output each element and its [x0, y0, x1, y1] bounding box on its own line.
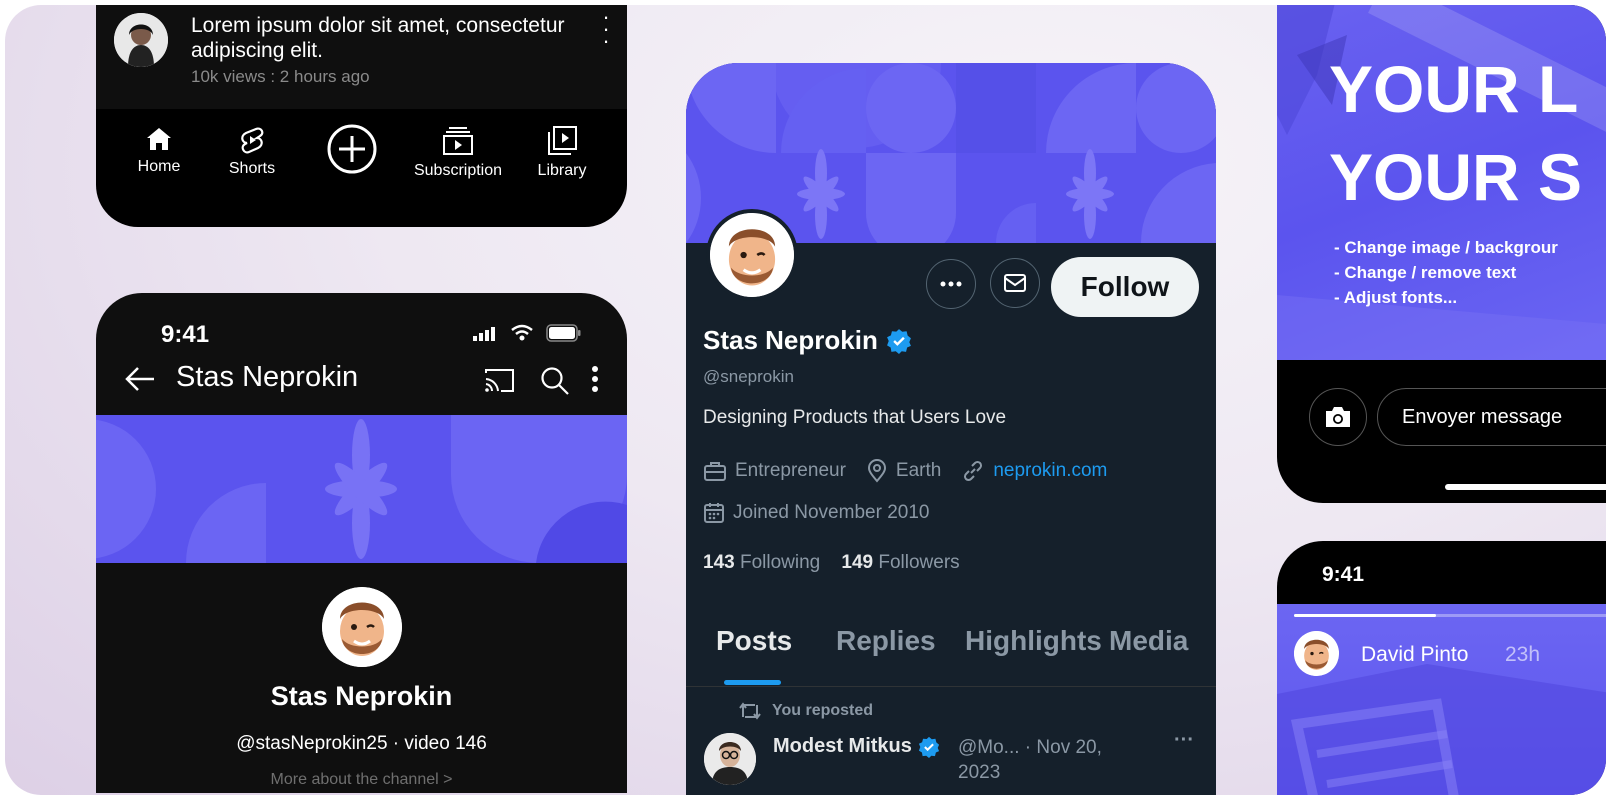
- nav-home[interactable]: Home: [109, 126, 209, 176]
- wifi-icon: [511, 324, 533, 341]
- profile-name: Stas Neprokin: [703, 325, 912, 356]
- more-about-link[interactable]: More about the channel >: [96, 771, 627, 789]
- following-label: Following: [739, 552, 821, 573]
- channel-banner: [96, 415, 627, 563]
- post-author-avatar[interactable]: [704, 733, 756, 785]
- twitter-profile-card: Follow Stas Neprokin @sneprokin Designin…: [686, 63, 1216, 795]
- camera-icon: [1326, 407, 1350, 427]
- follow-counts: 143 Following 149 Followers: [703, 552, 960, 574]
- tab-highlights[interactable]: Highlights: [965, 625, 1102, 657]
- following-count: 143: [703, 552, 735, 573]
- nav-create[interactable]: [302, 123, 402, 181]
- status-time: 9:41: [161, 321, 210, 348]
- followers-count: 149: [841, 552, 874, 573]
- bullet-item: - Change image / backgrour: [1334, 238, 1558, 257]
- avatar[interactable]: [706, 209, 798, 301]
- showcase-canvas: Lorem ipsum dolor sit amet, consectetur …: [5, 5, 1606, 795]
- follow-button[interactable]: Follow: [1051, 257, 1199, 317]
- repost-indicator: You reposted: [738, 701, 873, 721]
- home-icon: [147, 128, 171, 150]
- profile-meta: Entrepreneur Earth neprokin.com: [703, 459, 1107, 483]
- joined-row: Joined November 2010: [703, 502, 929, 524]
- followers-label: Followers: [878, 552, 960, 573]
- active-tab-indicator: [724, 680, 781, 685]
- story-headline: YOUR L YOUR S: [1329, 45, 1582, 221]
- create-plus-icon: [327, 124, 377, 174]
- channel-avatar[interactable]: [114, 13, 168, 67]
- page-title: Stas Neprokin: [176, 361, 359, 393]
- briefcase-icon: [704, 462, 726, 481]
- story-viewer-card: 9:41 David Pinto 23h: [1277, 541, 1606, 795]
- nav-label: Home: [137, 158, 181, 175]
- story-background: YOUR L YOUR S - Change image / backgrour…: [1277, 5, 1606, 360]
- tab-posts[interactable]: Posts: [716, 625, 792, 657]
- more-vert-icon[interactable]: [591, 365, 599, 393]
- profile-name-text: Stas Neprokin: [703, 325, 878, 355]
- story-user-name[interactable]: David Pinto: [1361, 643, 1468, 667]
- nav-label: Shorts: [228, 160, 276, 177]
- joined-text: Joined November 2010: [733, 502, 930, 523]
- link-icon: [964, 460, 983, 482]
- story-card: YOUR L YOUR S - Change image / backgrour…: [1277, 5, 1606, 503]
- story-progress-fill: [1294, 614, 1436, 617]
- youtube-channel-card: 9:41 Stas Neprokin Stas Neprokin @stasNe…: [96, 293, 627, 793]
- search-icon[interactable]: [540, 366, 570, 396]
- battery-icon: [546, 324, 581, 342]
- profile-bio: Designing Products that Users Love: [703, 407, 1007, 428]
- status-time: 9:41: [1322, 563, 1365, 586]
- channel-name: Stas Neprokin: [270, 681, 453, 711]
- channel-handle: @stasNeprokin25 · video 146: [236, 733, 487, 754]
- video-title[interactable]: Lorem ipsum dolor sit amet, consectetur …: [191, 13, 591, 63]
- post-author-name: Modest Mitkus: [773, 735, 912, 757]
- story-age: 23h: [1505, 643, 1541, 666]
- nav-library[interactable]: Library: [512, 126, 612, 180]
- location-text: Earth: [895, 460, 942, 481]
- tab-divider: [686, 686, 1216, 687]
- tab-replies[interactable]: Replies: [836, 625, 936, 657]
- post-meta: @Mo... · Nov 20, 2023: [958, 737, 1102, 783]
- followers-link[interactable]: 149 Followers: [841, 552, 959, 573]
- shorts-icon: [241, 127, 264, 154]
- headline-line-1: YOUR L: [1329, 52, 1579, 126]
- nav-subscription[interactable]: Subscription: [408, 126, 508, 180]
- repost-label: You reposted: [772, 702, 874, 719]
- verified-badge-icon: [886, 328, 911, 354]
- occupation-text: Entrepreneur: [735, 460, 846, 481]
- post-more-icon[interactable]: ···: [1174, 729, 1194, 752]
- post-author[interactable]: Modest Mitkus: [773, 735, 940, 758]
- message-input[interactable]: Envoyer message: [1377, 388, 1606, 446]
- cast-icon[interactable]: [483, 367, 515, 393]
- avatar[interactable]: [1294, 631, 1339, 676]
- repost-icon: [739, 702, 761, 720]
- headline-line-2: YOUR S: [1329, 140, 1583, 214]
- mail-icon: [1004, 274, 1026, 292]
- subscription-icon: [443, 127, 473, 155]
- website-link[interactable]: neprokin.com: [993, 460, 1107, 482]
- more-vert-icon[interactable]: · · ·: [596, 6, 616, 52]
- nav-shorts[interactable]: Shorts: [202, 126, 302, 178]
- location-pin-icon: [867, 459, 886, 483]
- tab-media[interactable]: Media: [1109, 625, 1188, 657]
- home-indicator: [1445, 484, 1606, 490]
- nav-label: Subscription: [413, 162, 503, 179]
- signal-icon: [473, 327, 495, 341]
- youtube-bottom-card: Lorem ipsum dolor sit amet, consectetur …: [96, 5, 627, 227]
- message-button[interactable]: [990, 258, 1040, 308]
- nav-label: Library: [537, 162, 587, 179]
- verified-badge-icon: [918, 736, 939, 758]
- avatar[interactable]: [322, 587, 402, 667]
- back-arrow-icon[interactable]: [124, 365, 156, 393]
- following-link[interactable]: 143 Following: [703, 552, 820, 573]
- video-meta: 10k views : 2 hours ago: [191, 67, 370, 86]
- bullet-item: - Change / remove text: [1334, 263, 1517, 282]
- calendar-icon: [704, 503, 724, 523]
- more-options-button[interactable]: [926, 259, 976, 309]
- library-icon: [548, 126, 577, 155]
- bullet-item: - Adjust fonts...: [1334, 288, 1458, 307]
- profile-handle: @sneprokin: [703, 367, 794, 386]
- video-item[interactable]: Lorem ipsum dolor sit amet, consectetur …: [96, 5, 627, 109]
- camera-button[interactable]: [1309, 388, 1367, 446]
- more-horiz-icon: [940, 281, 962, 287]
- story-bullets: - Change image / backgrour - Change / re…: [1334, 235, 1558, 310]
